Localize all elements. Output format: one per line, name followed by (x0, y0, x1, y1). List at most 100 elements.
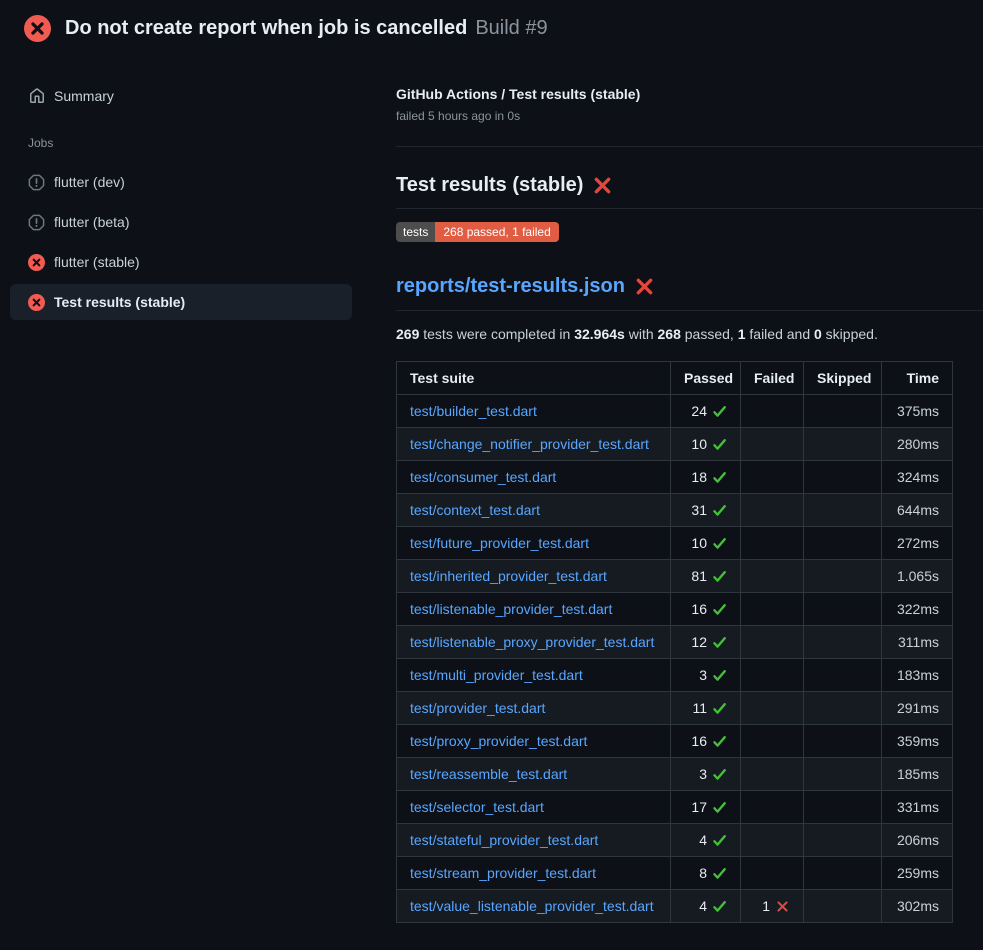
skipped-cell (804, 824, 882, 857)
sidebar-job-label: flutter (dev) (54, 174, 125, 190)
test-suite-link[interactable]: test/inherited_provider_test.dart (410, 568, 607, 584)
sidebar-jobs-list: flutter (dev) flutter (beta) flutter (st… (10, 164, 352, 320)
count-value: 17 (691, 797, 707, 817)
main-content: GitHub Actions / Test results (stable) f… (362, 56, 983, 923)
table-row: test/multi_provider_test.dart3 183ms (397, 659, 953, 692)
count-value: 31 (691, 500, 707, 520)
count-value: 4 (699, 896, 707, 916)
sidebar-item-summary[interactable]: Summary (10, 78, 352, 114)
sidebar-item-job-1[interactable]: flutter (beta) (10, 204, 352, 240)
check-icon (712, 800, 727, 815)
test-suite-link[interactable]: test/stream_provider_test.dart (410, 865, 596, 881)
skipped-cell (804, 593, 882, 626)
test-suite-link[interactable]: test/reassemble_test.dart (410, 766, 567, 782)
skipped-cell (804, 725, 882, 758)
skipped-cell (804, 626, 882, 659)
check-icon (712, 602, 727, 617)
header-divider (396, 146, 983, 147)
column-header-time: Time (882, 362, 953, 395)
table-row: test/stream_provider_test.dart8 259ms (397, 857, 953, 890)
failed-x-icon (593, 176, 612, 195)
home-icon (28, 88, 45, 105)
table-row: test/consumer_test.dart18 324ms (397, 461, 953, 494)
summary-line: 269 tests were completed in 32.964s with… (396, 326, 983, 342)
time-cell: 311ms (882, 626, 953, 659)
time-cell: 291ms (882, 692, 953, 725)
check-icon (712, 569, 727, 584)
table-row: test/value_listenable_provider_test.dart… (397, 890, 953, 923)
sidebar-summary-label: Summary (54, 88, 114, 104)
build-number: Build #9 (475, 17, 547, 39)
test-suite-link[interactable]: test/future_provider_test.dart (410, 535, 589, 551)
count-value: 16 (691, 599, 707, 619)
test-suite-link[interactable]: test/value_listenable_provider_test.dart (410, 898, 654, 914)
skipped-cell (804, 395, 882, 428)
check-icon (712, 536, 727, 551)
sidebar-item-job-2[interactable]: flutter (stable) (10, 244, 352, 280)
count-value: 3 (699, 764, 707, 784)
skipped-cell (804, 758, 882, 791)
test-suite-link[interactable]: test/listenable_proxy_provider_test.dart (410, 634, 654, 650)
count-value: 11 (692, 698, 707, 718)
test-suite-link[interactable]: test/proxy_provider_test.dart (410, 733, 587, 749)
table-row: test/inherited_provider_test.dart 81 1.06… (397, 560, 953, 593)
summary-segment: 269 (396, 326, 419, 342)
check-icon (712, 635, 727, 650)
section-title-text: Test results (stable) (396, 174, 583, 197)
badge-value: 268 passed, 1 failed (435, 222, 558, 242)
time-cell: 280ms (882, 428, 953, 461)
count-value: 3 (699, 665, 707, 685)
table-row: test/selector_test.dart17 331ms (397, 791, 953, 824)
time-cell: 322ms (882, 593, 953, 626)
test-suite-link[interactable]: test/context_test.dart (410, 502, 540, 518)
check-icon (712, 899, 727, 914)
skipped-cell (804, 890, 882, 923)
sidebar-item-job-0[interactable]: flutter (dev) (10, 164, 352, 200)
check-icon (712, 668, 727, 683)
sidebar-job-label: Test results (stable) (54, 294, 185, 310)
column-header-skipped: Skipped (804, 362, 882, 395)
count-value: 24 (691, 401, 707, 421)
check-icon (712, 701, 727, 716)
summary-segment: passed, (681, 326, 738, 342)
skipped-cell (804, 560, 882, 593)
test-suite-link[interactable]: test/provider_test.dart (410, 700, 545, 716)
report-title[interactable]: reports/test-results.json (396, 275, 983, 311)
failed-icon (28, 294, 45, 311)
table-row: test/future_provider_test.dart10 272ms (397, 527, 953, 560)
skipped-cell (804, 527, 882, 560)
sidebar-job-label: flutter (stable) (54, 254, 140, 270)
test-suite-link[interactable]: test/change_notifier_provider_test.dart (410, 436, 649, 452)
sidebar: Summary Jobs flutter (dev) flutter (beta… (0, 56, 362, 324)
test-suite-link[interactable]: test/selector_test.dart (410, 799, 544, 815)
count-value: 81 (691, 566, 707, 586)
summary-segment: 1 (738, 326, 746, 342)
column-header-failed: Failed (741, 362, 804, 395)
failed-status-icon (24, 15, 51, 42)
x-icon (775, 899, 790, 914)
check-icon (712, 470, 727, 485)
test-suite-link[interactable]: test/consumer_test.dart (410, 469, 556, 485)
summary-segment: skipped. (822, 326, 878, 342)
test-suite-link[interactable]: test/builder_test.dart (410, 403, 537, 419)
test-suite-link[interactable]: test/multi_provider_test.dart (410, 667, 583, 683)
count-value: 10 (691, 533, 707, 553)
run-meta: failed 5 hours ago in 0s (396, 109, 983, 123)
skipped-cell (804, 791, 882, 824)
failed-icon (28, 254, 45, 271)
time-cell: 1.065s (882, 560, 953, 593)
skipped-cell (804, 692, 882, 725)
cancelled-icon (28, 214, 45, 231)
column-header-passed: Passed (671, 362, 741, 395)
skipped-cell (804, 428, 882, 461)
skipped-cell (804, 857, 882, 890)
cancelled-icon (28, 174, 45, 191)
sidebar-item-job-3[interactable]: Test results (stable) (10, 284, 352, 320)
test-results-table: Test suitePassedFailedSkippedTime test/b… (396, 361, 953, 923)
test-suite-link[interactable]: test/stateful_provider_test.dart (410, 832, 598, 848)
test-suite-link[interactable]: test/listenable_provider_test.dart (410, 601, 612, 617)
check-icon (712, 404, 727, 419)
time-cell: 185ms (882, 758, 953, 791)
sidebar-job-label: flutter (beta) (54, 214, 129, 230)
count-value: 1 (762, 896, 770, 916)
